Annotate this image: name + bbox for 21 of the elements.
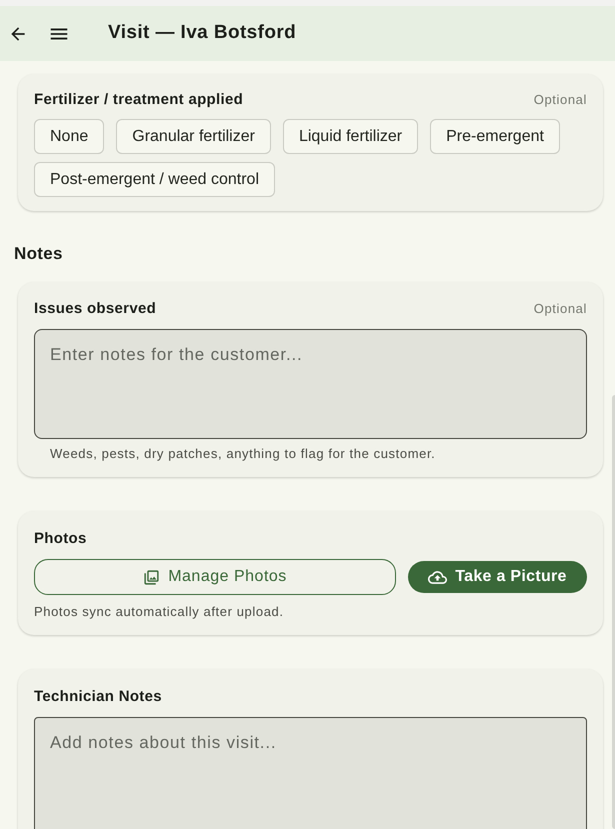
option-chip[interactable]: None (34, 119, 104, 154)
notes-textarea[interactable]: Enter notes for the customer... (34, 329, 587, 439)
helper-text: Weeds, pests, dry patches, anything to flag for the customer. (50, 445, 436, 463)
notes-textarea[interactable]: Add notes about this visit... (34, 717, 587, 829)
take-picture-button[interactable]: Take a Picture (408, 561, 587, 593)
option-chip[interactable]: Pre-emergent (430, 119, 560, 154)
optional-label: Optional (534, 91, 587, 109)
page-title: Visit — Iva Botsford (108, 21, 296, 46)
manage-photos-button[interactable]: Manage Photos (34, 559, 396, 595)
optional-label: Optional (534, 300, 587, 318)
photo-library-icon (143, 568, 160, 586)
option-chip[interactable]: Granular fertilizer (116, 119, 271, 154)
section-heading: Notes (14, 243, 63, 265)
field-label: Issues observed (34, 299, 156, 319)
field-label: Photos (34, 529, 87, 549)
helper-text: Photos sync automatically after upload. (34, 603, 284, 621)
scrollbar-thumb[interactable] (612, 395, 615, 829)
option-chip[interactable]: Liquid fertilizer (282, 119, 418, 154)
option-chip[interactable]: Post-emergent / weed control (34, 162, 275, 197)
field-label: Technician Notes (34, 687, 162, 707)
field-label: Fertilizer / treatment applied (34, 90, 244, 110)
